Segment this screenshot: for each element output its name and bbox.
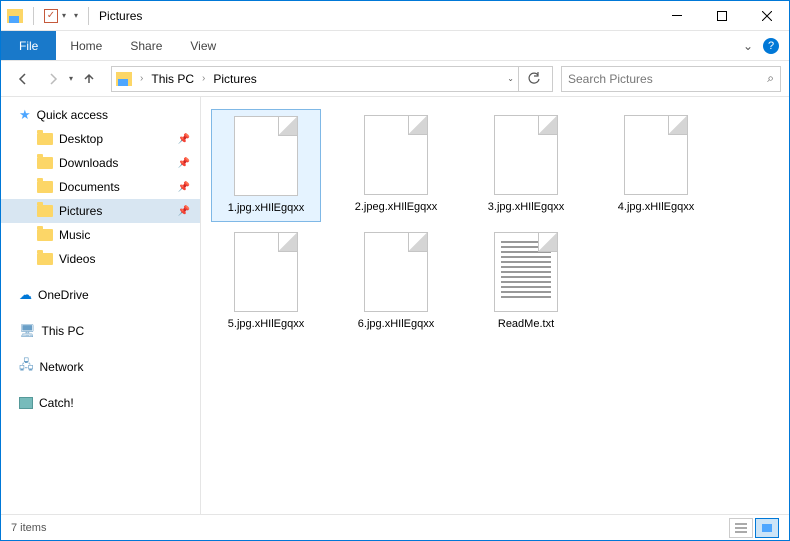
sidebar: ★ Quick access Desktop📌Downloads📌Documen… [1, 97, 201, 514]
blank-file-icon [364, 115, 428, 195]
window-title: Pictures [99, 9, 142, 23]
pin-icon: 📌 [178, 206, 190, 217]
file-name: 5.jpg.xHIlEgqxx [228, 318, 304, 331]
maximize-button[interactable] [699, 1, 744, 30]
close-button[interactable] [744, 1, 789, 30]
separator [88, 7, 89, 25]
folder-icon [37, 157, 53, 169]
tab-home[interactable]: Home [56, 31, 116, 60]
sidebar-item-pictures[interactable]: Pictures 📌 [1, 199, 200, 223]
file-item[interactable]: ReadMe.txt [471, 226, 581, 337]
sidebar-item-music[interactable]: Music [1, 223, 200, 247]
file-item[interactable]: 4.jpg.xHIlEgqxx [601, 109, 711, 222]
item-count: 7 items [11, 522, 46, 534]
refresh-button[interactable] [518, 67, 548, 91]
blank-file-icon [234, 232, 298, 312]
explorer-window: ✓ ▾ ▾ Pictures File Home Share View ⌄ ? [0, 0, 790, 541]
up-button[interactable] [75, 65, 103, 93]
back-button[interactable] [9, 65, 37, 93]
tab-share[interactable]: Share [116, 31, 176, 60]
breadcrumb-dropdown-icon[interactable]: ⌄ [507, 74, 514, 83]
tab-view[interactable]: View [176, 31, 230, 60]
qat-overflow-icon[interactable]: ▾ [74, 11, 78, 20]
properties-icon[interactable]: ✓ [44, 9, 58, 23]
chevron-right-icon[interactable]: › [198, 73, 209, 84]
location-icon [116, 72, 132, 86]
ribbon-expand-icon[interactable]: ⌄ [743, 39, 753, 53]
separator [33, 7, 34, 25]
search-placeholder: Search Pictures [568, 72, 653, 86]
sidebar-label: Quick access [37, 108, 108, 122]
star-icon: ★ [19, 107, 31, 123]
file-item[interactable]: 1.jpg.xHIlEgqxx [211, 109, 321, 222]
file-item[interactable]: 6.jpg.xHIlEgqxx [341, 226, 451, 337]
file-item[interactable]: 2.jpeg.xHIlEgqxx [341, 109, 451, 222]
details-view-button[interactable] [729, 518, 753, 538]
qat-dropdown-icon[interactable]: ▾ [62, 11, 66, 20]
sidebar-item-label: Music [59, 228, 90, 242]
sidebar-item-label: Videos [59, 252, 95, 266]
titlebar: ✓ ▾ ▾ Pictures [1, 1, 789, 31]
file-name: ReadMe.txt [498, 318, 554, 331]
search-icon: ⌕ [767, 71, 774, 86]
network-icon: 🖧 [19, 356, 34, 378]
ribbon: File Home Share View ⌄ ? [1, 31, 789, 61]
blank-file-icon [624, 115, 688, 195]
sidebar-item-downloads[interactable]: Downloads 📌 [1, 151, 200, 175]
icons-view-button[interactable] [755, 518, 779, 538]
sidebar-this-pc[interactable]: 🖥 This PC [1, 319, 200, 343]
help-icon[interactable]: ? [763, 38, 779, 54]
sidebar-item-label: Pictures [59, 204, 102, 218]
pin-icon: 📌 [178, 182, 190, 193]
pin-icon: 📌 [178, 134, 190, 145]
crumb-this-pc[interactable]: This PC [147, 72, 198, 86]
sidebar-item-label: Desktop [59, 132, 103, 146]
explorer-icon [7, 9, 23, 23]
sidebar-item-label: Downloads [59, 156, 118, 170]
sidebar-network[interactable]: 🖧 Network [1, 355, 200, 379]
file-name: 2.jpeg.xHIlEgqxx [355, 201, 438, 214]
search-input[interactable]: Search Pictures ⌕ [561, 66, 781, 92]
folder-icon [37, 229, 53, 241]
sidebar-catch[interactable]: Catch! [1, 391, 200, 415]
catch-icon [19, 397, 33, 409]
folder-icon [37, 181, 53, 193]
sidebar-label: Catch! [39, 396, 74, 410]
folder-icon [37, 205, 53, 217]
minimize-button[interactable] [654, 1, 699, 30]
folder-icon [37, 133, 53, 145]
sidebar-label: This PC [42, 324, 85, 338]
crumb-pictures[interactable]: Pictures [209, 72, 260, 86]
sidebar-label: OneDrive [38, 288, 89, 302]
file-tab[interactable]: File [1, 31, 56, 60]
file-item[interactable]: 3.jpg.xHIlEgqxx [471, 109, 581, 222]
sidebar-item-documents[interactable]: Documents 📌 [1, 175, 200, 199]
statusbar: 7 items [1, 514, 789, 540]
forward-button[interactable] [39, 65, 67, 93]
sidebar-label: Network [40, 360, 84, 374]
blank-file-icon [364, 232, 428, 312]
file-name: 6.jpg.xHIlEgqxx [358, 318, 434, 331]
history-dropdown-icon[interactable]: ▾ [69, 74, 73, 83]
sidebar-item-label: Documents [59, 180, 120, 194]
blank-file-icon [494, 115, 558, 195]
navbar: ▾ › This PC › Pictures ⌄ Search Pictures… [1, 61, 789, 97]
folder-icon [37, 253, 53, 265]
sidebar-item-desktop[interactable]: Desktop 📌 [1, 127, 200, 151]
file-name: 3.jpg.xHIlEgqxx [488, 201, 564, 214]
pc-icon: 🖥 [19, 323, 36, 339]
file-grid[interactable]: 1.jpg.xHIlEgqxx 2.jpeg.xHIlEgqxx 3.jpg.xHI… [201, 97, 789, 514]
breadcrumb[interactable]: › This PC › Pictures ⌄ [111, 66, 553, 92]
sidebar-onedrive[interactable]: ☁ OneDrive [1, 283, 200, 307]
sidebar-quick-access[interactable]: ★ Quick access [1, 103, 200, 127]
file-name: 4.jpg.xHIlEgqxx [618, 201, 694, 214]
pin-icon: 📌 [178, 158, 190, 169]
file-name: 1.jpg.xHIlEgqxx [228, 202, 304, 215]
sidebar-item-videos[interactable]: Videos [1, 247, 200, 271]
file-item[interactable]: 5.jpg.xHIlEgqxx [211, 226, 321, 337]
blank-file-icon [234, 116, 298, 196]
cloud-icon: ☁ [19, 287, 32, 303]
text-file-icon [494, 232, 558, 312]
chevron-right-icon[interactable]: › [136, 73, 147, 84]
